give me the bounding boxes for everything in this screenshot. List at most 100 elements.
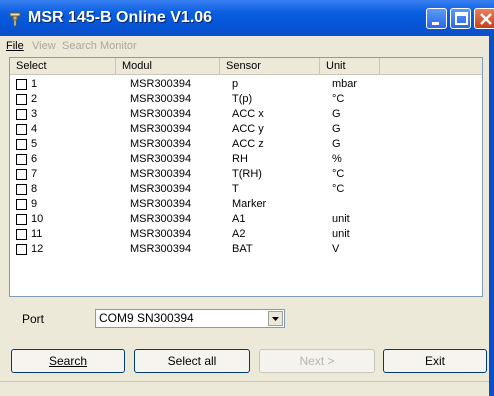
row-modul: MSR300394 [130,153,192,165]
list-item[interactable]: 2 MSR300394 T(p) °C [10,92,482,107]
select-checkbox[interactable] [16,94,27,105]
row-modul: MSR300394 [130,138,192,150]
row-modul: MSR300394 [130,183,192,195]
row-modul: MSR300394 [130,108,192,120]
search-button[interactable]: Search [11,349,125,373]
row-modul: MSR300394 [130,168,192,180]
list-item[interactable]: 5 MSR300394 ACC z G [10,137,482,152]
row-modul: MSR300394 [130,78,192,90]
menu-view[interactable]: View [32,40,56,52]
list-item[interactable]: 12 MSR300394 BAT V [10,242,482,257]
row-sensor: ACC z [232,138,264,150]
select-checkbox[interactable] [16,139,27,150]
close-button[interactable] [474,8,494,29]
row-index: 11 [31,228,43,240]
row-sensor: T(RH) [232,168,262,180]
row-sensor: A1 [232,213,246,225]
menu-view-label: View [32,40,56,52]
row-sensor: Marker [232,198,267,210]
select-checkbox[interactable] [16,244,27,255]
menu-monitor-label: Monitor [100,40,137,52]
row-modul: MSR300394 [130,213,192,225]
list-item[interactable]: 3 MSR300394 ACC x G [10,107,482,122]
select-checkbox[interactable] [16,154,27,165]
select-checkbox[interactable] [16,229,27,240]
column-header-sensor[interactable]: Sensor [220,58,320,74]
list-item[interactable]: 7 MSR300394 T(RH) °C [10,167,482,182]
row-sensor: BAT [232,243,253,255]
row-index: 1 [31,78,38,90]
list-item[interactable]: 1 MSR300394 p mbar [10,77,482,92]
row-sensor: RH [232,153,248,165]
search-button-label: Search [48,354,88,368]
column-header-select[interactable]: Select [10,58,116,74]
select-checkbox[interactable] [16,124,27,135]
menu-file[interactable]: File [6,40,24,52]
select-all-button[interactable]: Select all [134,349,250,373]
sensor-list[interactable]: Select Modul Sensor Unit 1 MSR300394 p mbar… [9,57,483,297]
port-value: COM9 SN300394 [99,311,194,325]
row-unit: °C [332,168,345,180]
row-modul: MSR300394 [130,93,192,105]
row-index: 3 [31,108,38,120]
close-icon [480,13,492,25]
row-index: 12 [31,243,44,255]
row-sensor: ACC y [232,123,264,135]
maximize-icon [455,12,468,25]
row-sensor: A2 [232,228,246,240]
menu-search[interactable]: Search [62,40,97,52]
row-index: 8 [31,183,38,195]
select-checkbox[interactable] [16,169,27,180]
row-unit: % [332,153,342,165]
column-header-unit[interactable]: Unit [320,58,380,74]
next-button-label: Next > [299,354,335,368]
select-checkbox[interactable] [16,79,27,90]
port-label: Port [22,312,45,326]
select-checkbox[interactable] [16,199,27,210]
maximize-button[interactable] [450,8,471,29]
row-unit: unit [332,228,350,240]
app-window: MSR 145-B Online V1.06 File View Search … [0,0,494,396]
row-unit: °C [332,93,345,105]
minimize-icon [432,22,439,25]
row-unit: G [332,123,341,135]
row-modul: MSR300394 [130,123,192,135]
list-item[interactable]: 9 MSR300394 Marker [10,197,482,212]
minimize-button[interactable] [426,8,447,29]
row-unit: V [332,243,340,255]
row-index: 7 [31,168,38,180]
next-button[interactable]: Next > [259,349,375,373]
row-unit: °C [332,183,345,195]
chevron-down-icon[interactable] [268,311,283,326]
list-header: Select Modul Sensor Unit [10,58,482,75]
select-checkbox[interactable] [16,109,27,120]
row-sensor: p [232,78,239,90]
menu-search-label: Search [62,40,97,52]
exit-button[interactable]: Exit [383,349,487,373]
list-item[interactable]: 8 MSR300394 T °C [10,182,482,197]
plug-icon [7,11,23,27]
row-index: 4 [31,123,38,135]
row-index: 5 [31,138,38,150]
row-index: 2 [31,93,38,105]
row-unit: G [332,138,341,150]
select-checkbox[interactable] [16,214,27,225]
row-index: 10 [31,213,44,225]
title-bar[interactable]: MSR 145-B Online V1.06 [0,0,494,36]
list-item[interactable]: 10 MSR300394 A1 unit [10,212,482,227]
column-header-modul[interactable]: Modul [116,58,220,74]
list-item[interactable]: 4 MSR300394 ACC y G [10,122,482,137]
window-border [489,36,494,396]
row-modul: MSR300394 [130,228,192,240]
select-checkbox[interactable] [16,184,27,195]
port-dropdown[interactable]: COM9 SN300394 [95,309,285,328]
list-item[interactable]: 11 MSR300394 A2 unit [10,227,482,242]
list-item[interactable]: 6 MSR300394 RH% [10,152,482,167]
menu-monitor[interactable]: Monitor [100,40,137,52]
exit-button-label: Exit [424,354,445,368]
select-all-button-label: Select all [167,354,217,368]
row-modul: MSR300394 [130,243,192,255]
row-sensor: T [232,183,239,195]
menu-file-label: File [6,40,24,52]
row-sensor: ACC x [232,108,264,120]
